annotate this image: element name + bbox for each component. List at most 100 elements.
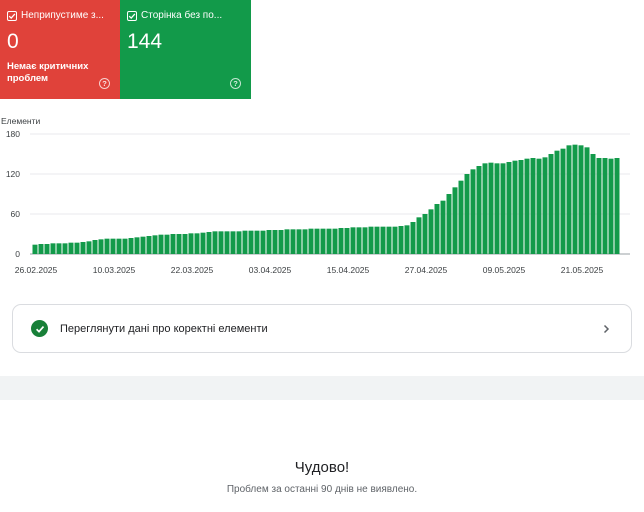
chart-bar[interactable] <box>434 204 440 254</box>
card-valid-header[interactable]: Сторінка без по... <box>127 10 243 21</box>
chart-bar[interactable] <box>296 229 302 254</box>
chart-bar[interactable] <box>260 230 266 254</box>
chart-bar[interactable] <box>326 228 332 254</box>
chart-bar[interactable] <box>470 169 476 254</box>
chart-bar[interactable] <box>194 233 200 254</box>
chart-bar[interactable] <box>512 160 518 254</box>
chart-bar[interactable] <box>200 232 206 254</box>
chart-bar[interactable] <box>134 237 140 254</box>
chart-bar[interactable] <box>344 228 350 254</box>
chart-bar[interactable] <box>164 234 170 254</box>
checkbox-checked-icon[interactable] <box>127 10 137 21</box>
chart-bar[interactable] <box>308 228 314 254</box>
chart-bar[interactable] <box>302 229 308 254</box>
chart-bar[interactable] <box>62 243 68 254</box>
chart-bar[interactable] <box>110 238 116 254</box>
chart-bar[interactable] <box>212 231 218 254</box>
chart-bar[interactable] <box>158 234 164 254</box>
chart-bar[interactable] <box>518 160 524 254</box>
chart-bar[interactable] <box>572 144 578 254</box>
chart-bar[interactable] <box>356 227 362 254</box>
chart-bar[interactable] <box>602 158 608 254</box>
chart-bar[interactable] <box>476 166 482 254</box>
chart-bar[interactable] <box>236 231 242 254</box>
chart-bar[interactable] <box>482 163 488 254</box>
chart-bar[interactable] <box>404 225 410 254</box>
chart-bar[interactable] <box>584 147 590 254</box>
chart-bar[interactable] <box>56 243 62 254</box>
chart-bar[interactable] <box>122 238 128 254</box>
chart-bar[interactable] <box>86 241 92 254</box>
chart-bar[interactable] <box>464 174 470 254</box>
chart-bar[interactable] <box>248 230 254 254</box>
chart-bar[interactable] <box>98 239 104 254</box>
chart-bar[interactable] <box>506 162 512 254</box>
help-circle-icon[interactable]: ? <box>230 78 241 89</box>
chart-bar[interactable] <box>218 231 224 254</box>
chart-bar[interactable] <box>128 238 134 254</box>
chart-bar[interactable] <box>170 234 176 254</box>
chart-bar[interactable] <box>368 226 374 254</box>
chart-bar[interactable] <box>182 234 188 254</box>
chart-bar[interactable] <box>452 187 458 254</box>
chart-bar[interactable] <box>410 222 416 254</box>
card-valid[interactable]: Сторінка без по... 144 ? <box>120 0 251 99</box>
chart-bar[interactable] <box>68 242 74 254</box>
view-valid-items-link[interactable]: Переглянути дані про коректні елементи <box>12 304 632 353</box>
chart-bar[interactable] <box>188 233 194 254</box>
chart-bar[interactable] <box>38 244 44 254</box>
chart-bar[interactable] <box>560 148 566 254</box>
chart-bar[interactable] <box>242 230 248 254</box>
chart-bar[interactable] <box>338 228 344 254</box>
card-invalid-header[interactable]: Неприпустиме з... <box>7 10 112 21</box>
chart-bar[interactable] <box>206 232 212 254</box>
chart-bar[interactable] <box>50 243 56 254</box>
chart-bar[interactable] <box>596 158 602 254</box>
chart-bar[interactable] <box>152 235 158 254</box>
chart-bar[interactable] <box>332 228 338 254</box>
chart-bar[interactable] <box>608 158 614 254</box>
chart-bar[interactable] <box>80 242 86 254</box>
chart-bar[interactable] <box>392 226 398 254</box>
chart-bar[interactable] <box>548 154 554 254</box>
chart-bar[interactable] <box>578 145 584 254</box>
chart-bar[interactable] <box>416 217 422 254</box>
chart-bar[interactable] <box>92 240 98 254</box>
chart-bar[interactable] <box>350 227 356 254</box>
chart-bar[interactable] <box>590 154 596 254</box>
chart-bar[interactable] <box>146 236 152 254</box>
chart-bar[interactable] <box>224 231 230 254</box>
chart-bar[interactable] <box>374 226 380 254</box>
chart-bar[interactable] <box>266 230 272 254</box>
chart-bar[interactable] <box>44 244 50 254</box>
chart-bar[interactable] <box>542 157 548 254</box>
chart-bar[interactable] <box>386 226 392 254</box>
chart-bar[interactable] <box>176 234 182 254</box>
chart-bar[interactable] <box>254 230 260 254</box>
chart-bar[interactable] <box>440 200 446 254</box>
chart-bar[interactable] <box>362 227 368 254</box>
chart-bar[interactable] <box>290 229 296 254</box>
chart-bar[interactable] <box>536 158 542 254</box>
chart-bar[interactable] <box>422 214 428 254</box>
chart-bar[interactable] <box>530 158 536 254</box>
chart-bar[interactable] <box>230 231 236 254</box>
chart-bar[interactable] <box>314 228 320 254</box>
chart-bar[interactable] <box>74 242 80 254</box>
chart-bar[interactable] <box>428 209 434 254</box>
chart-bar[interactable] <box>446 194 452 254</box>
chart-bar[interactable] <box>524 158 530 254</box>
chart-bar[interactable] <box>458 180 464 254</box>
chart-bar[interactable] <box>614 158 620 254</box>
chart-bar[interactable] <box>554 150 560 254</box>
chart-bar[interactable] <box>104 238 110 254</box>
chart-bar[interactable] <box>278 230 284 254</box>
chart-bar[interactable] <box>320 228 326 254</box>
help-circle-icon[interactable]: ? <box>99 78 110 89</box>
chart-bar[interactable] <box>284 229 290 254</box>
chart-bar[interactable] <box>140 236 146 254</box>
chart-bar[interactable] <box>494 163 500 254</box>
checkbox-checked-icon[interactable] <box>7 10 17 21</box>
chart-bar[interactable] <box>500 163 506 254</box>
chart-bar[interactable] <box>32 244 38 254</box>
